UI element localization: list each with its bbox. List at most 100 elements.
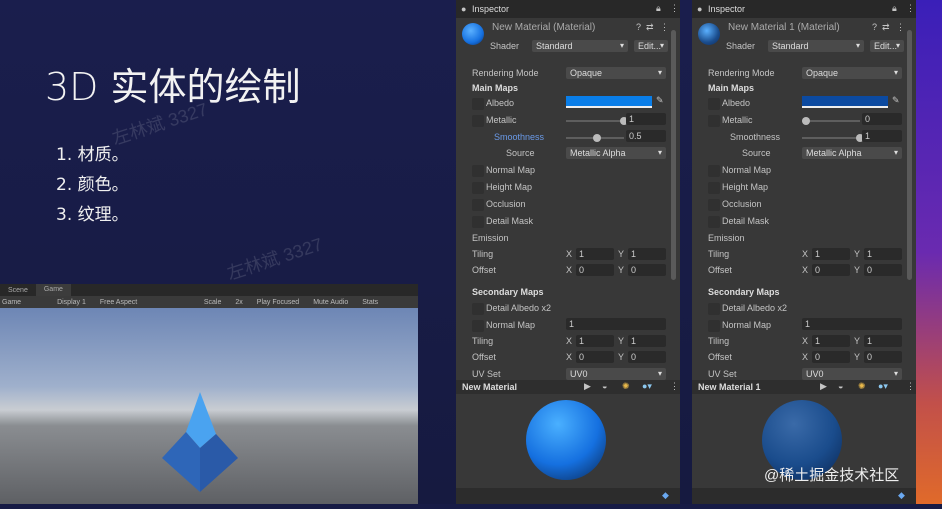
offset-x-input[interactable]: 0 bbox=[812, 264, 850, 276]
offset-y-input[interactable]: 0 bbox=[864, 264, 902, 276]
offset-x-input[interactable]: 0 bbox=[576, 351, 614, 363]
tiling-x-input[interactable]: 1 bbox=[812, 335, 850, 347]
menu-icon[interactable]: ⋮ bbox=[896, 22, 905, 33]
albedo-color-field[interactable] bbox=[802, 96, 888, 108]
skybox-icon[interactable]: ●▾ bbox=[878, 381, 888, 392]
game-view[interactable]: Scene Game Game Display 1 Free Aspect Sc… bbox=[0, 284, 418, 504]
metallic-label: Metallic bbox=[722, 115, 753, 125]
offset-x-input[interactable]: 0 bbox=[812, 351, 850, 363]
scale-value[interactable]: 2x bbox=[235, 299, 242, 306]
tiling-x-input[interactable]: 1 bbox=[576, 335, 614, 347]
texture-slot[interactable] bbox=[708, 98, 720, 110]
label-tag-icon[interactable]: ◆ bbox=[898, 490, 905, 501]
smoothness-slider[interactable] bbox=[802, 134, 864, 142]
rendering-mode-dropdown[interactable]: Opaque bbox=[566, 67, 666, 79]
tab-scene[interactable]: Scene bbox=[0, 287, 36, 294]
edit-shader-button[interactable]: Edit... bbox=[634, 40, 668, 52]
tiling-x-input[interactable]: 1 bbox=[812, 248, 850, 260]
y-label: Y bbox=[618, 249, 625, 259]
offset-y-input[interactable]: 0 bbox=[628, 264, 666, 276]
more-icon[interactable]: ⋮ bbox=[906, 3, 915, 14]
smoothness-input[interactable]: 0.5 bbox=[626, 130, 666, 142]
tiling-label: Tiling bbox=[708, 249, 730, 259]
normal-scale-input[interactable]: 1 bbox=[566, 318, 666, 330]
eyedropper-icon[interactable]: ✎ bbox=[892, 95, 900, 106]
lock-icon[interactable]: 🔒︎ bbox=[892, 3, 897, 14]
stats-toggle[interactable]: Stats bbox=[362, 299, 378, 306]
preview-shape-icon[interactable]: ◒ bbox=[838, 381, 843, 391]
preset-icon[interactable]: ⇄ bbox=[882, 22, 890, 33]
texture-slot[interactable] bbox=[472, 303, 484, 315]
texture-slot[interactable] bbox=[708, 320, 720, 332]
list-item: 2. 颜色。 bbox=[56, 175, 129, 195]
source-dropdown[interactable]: Metallic Alpha bbox=[802, 147, 902, 159]
texture-slot[interactable] bbox=[708, 303, 720, 315]
x-label: X bbox=[566, 265, 573, 275]
tiling-y-input[interactable]: 1 bbox=[864, 335, 902, 347]
texture-slot[interactable] bbox=[708, 165, 720, 177]
play-icon[interactable]: ▶ bbox=[584, 381, 591, 392]
smoothness-slider[interactable] bbox=[566, 134, 624, 142]
shader-dropdown[interactable]: Standard bbox=[532, 40, 628, 52]
tab-game[interactable]: Game bbox=[35, 284, 71, 296]
eyedropper-icon[interactable]: ✎ bbox=[656, 95, 664, 106]
preset-icon[interactable]: ⇄ bbox=[646, 22, 654, 33]
metallic-input[interactable]: 0 bbox=[862, 113, 902, 125]
shader-dropdown[interactable]: Standard bbox=[768, 40, 864, 52]
play-focused-dropdown[interactable]: Play Focused bbox=[257, 299, 299, 306]
scrollbar[interactable] bbox=[907, 30, 912, 280]
edit-shader-button[interactable]: Edit... bbox=[870, 40, 904, 52]
mute-audio-toggle[interactable]: Mute Audio bbox=[313, 299, 348, 306]
normal-scale-input[interactable]: 1 bbox=[802, 318, 902, 330]
metallic-slider[interactable] bbox=[566, 117, 628, 125]
rendering-mode-dropdown[interactable]: Opaque bbox=[802, 67, 902, 79]
metallic-slider[interactable] bbox=[802, 117, 860, 125]
texture-slot[interactable] bbox=[472, 98, 484, 110]
secondary-normal-map-label: Normal Map bbox=[486, 320, 536, 330]
tiling-x-input[interactable]: 1 bbox=[576, 248, 614, 260]
metallic-input[interactable]: 1 bbox=[626, 113, 666, 125]
preview-menu-icon[interactable]: ⋮ bbox=[670, 381, 679, 392]
offset-y-input[interactable]: 0 bbox=[864, 351, 902, 363]
help-icon[interactable]: ? bbox=[872, 22, 877, 32]
uv-set-dropdown[interactable]: UV0 bbox=[802, 368, 902, 380]
texture-slot[interactable] bbox=[708, 115, 720, 127]
texture-slot[interactable] bbox=[472, 320, 484, 332]
inspector-tab[interactable]: Inspector bbox=[708, 4, 745, 14]
texture-slot[interactable] bbox=[708, 182, 720, 194]
texture-slot[interactable] bbox=[472, 199, 484, 211]
label-tag-icon[interactable]: ◆ bbox=[662, 490, 669, 501]
display-mode-dropdown[interactable]: Game bbox=[2, 299, 21, 306]
play-icon[interactable]: ▶ bbox=[820, 381, 827, 392]
albedo-color-field[interactable] bbox=[566, 96, 652, 108]
help-icon[interactable]: ? bbox=[636, 22, 641, 32]
texture-slot[interactable] bbox=[708, 216, 720, 228]
game-viewport[interactable] bbox=[0, 308, 418, 504]
light-icon[interactable]: ✺ bbox=[858, 381, 866, 392]
menu-icon[interactable]: ⋮ bbox=[660, 22, 669, 33]
offset-x-input[interactable]: 0 bbox=[576, 264, 614, 276]
aspect-dropdown[interactable]: Free Aspect bbox=[100, 299, 190, 306]
preview-shape-icon[interactable]: ◒ bbox=[602, 381, 607, 391]
texture-slot[interactable] bbox=[472, 182, 484, 194]
tiling-y-input[interactable]: 1 bbox=[628, 248, 666, 260]
source-dropdown[interactable]: Metallic Alpha bbox=[566, 147, 666, 159]
more-icon[interactable]: ⋮ bbox=[670, 3, 679, 14]
tiling-y-input[interactable]: 1 bbox=[628, 335, 666, 347]
scrollbar[interactable] bbox=[671, 30, 676, 280]
uv-set-dropdown[interactable]: UV0 bbox=[566, 368, 666, 380]
preview-menu-icon[interactable]: ⋮ bbox=[906, 381, 915, 392]
texture-slot[interactable] bbox=[708, 199, 720, 211]
offset-y-input[interactable]: 0 bbox=[628, 351, 666, 363]
x-label: X bbox=[802, 249, 809, 259]
texture-slot[interactable] bbox=[472, 216, 484, 228]
tiling-y-input[interactable]: 1 bbox=[864, 248, 902, 260]
skybox-icon[interactable]: ●▾ bbox=[642, 381, 652, 392]
lock-icon[interactable]: 🔒︎ bbox=[656, 3, 661, 14]
texture-slot[interactable] bbox=[472, 165, 484, 177]
light-icon[interactable]: ✺ bbox=[622, 381, 630, 392]
smoothness-input[interactable]: 1 bbox=[862, 130, 902, 142]
inspector-tab[interactable]: Inspector bbox=[472, 4, 509, 14]
display-dropdown[interactable]: Display 1 bbox=[57, 299, 86, 306]
texture-slot[interactable] bbox=[472, 115, 484, 127]
